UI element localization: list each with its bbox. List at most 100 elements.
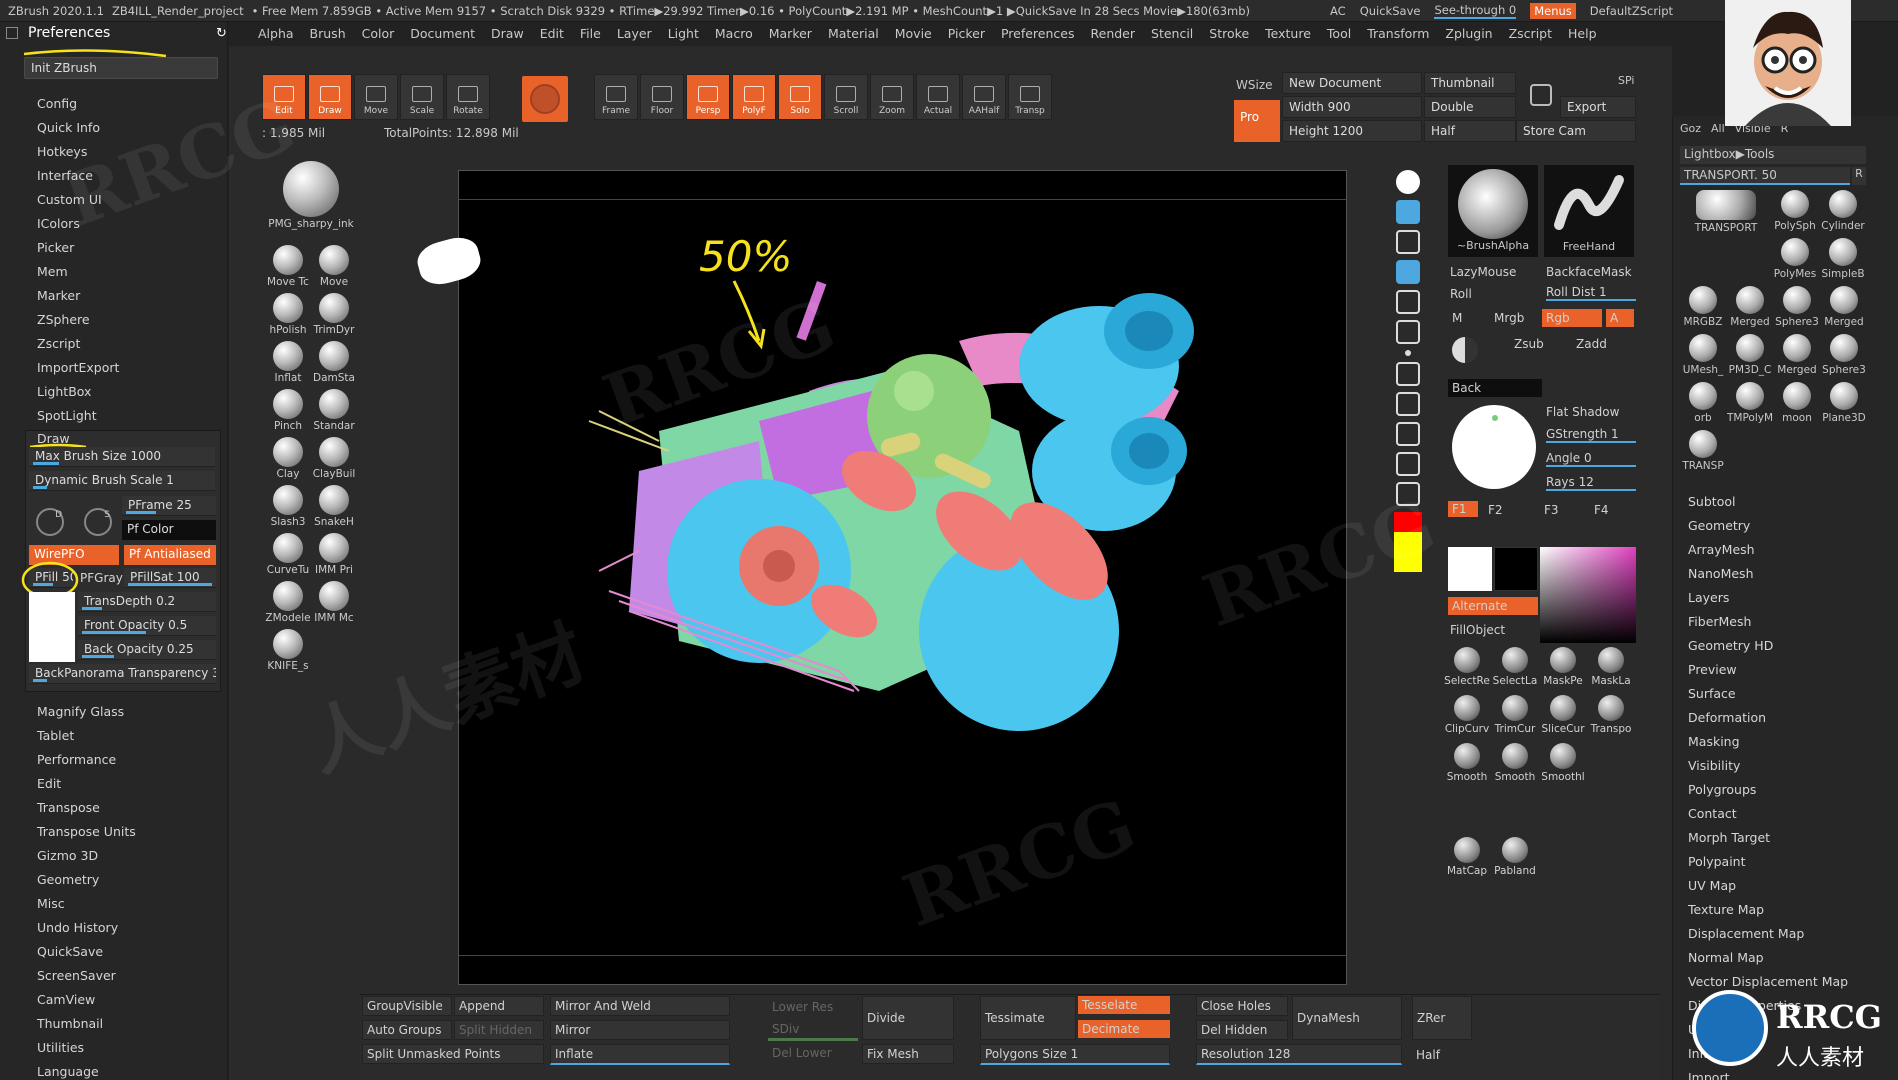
menu-item[interactable]: Draw — [491, 26, 524, 46]
menu-item[interactable]: Tool — [1327, 26, 1351, 46]
mrgb-button[interactable]: Mrgb — [1494, 311, 1524, 325]
pfgray-swatch[interactable] — [29, 592, 75, 662]
pref-item[interactable]: Edit — [37, 776, 61, 791]
brush-thumbnail[interactable]: PMG_sharpy_ink — [265, 155, 357, 241]
tool-button[interactable]: Edit — [262, 74, 306, 120]
tool-subpalette[interactable]: Layers — [1688, 590, 1729, 605]
brush-thumbnail[interactable]: IMM Mc — [311, 579, 357, 627]
view-button[interactable]: Scroll — [824, 74, 868, 120]
view-button[interactable]: Solo — [778, 74, 822, 120]
menu-item[interactable]: Picker — [948, 26, 985, 46]
f4-button[interactable]: F4 — [1594, 503, 1609, 517]
split-unmasked-points-button[interactable]: Split Unmasked Points — [362, 1044, 544, 1064]
pref-item[interactable]: ImportExport — [37, 360, 119, 375]
height-slider[interactable]: Height 1200 — [1282, 120, 1422, 142]
dynamic-brush-scale-slider[interactable]: Dynamic Brush Scale 1 — [29, 471, 215, 491]
tool-subpalette[interactable]: ArrayMesh — [1688, 542, 1755, 557]
pref-item[interactable]: Utilities — [37, 1040, 84, 1055]
export-button[interactable]: Export — [1560, 96, 1636, 118]
trans-depth-slider[interactable]: TransDepth 0.2 — [78, 592, 216, 612]
thumbnail-toggle[interactable]: Thumbnail — [1424, 72, 1516, 94]
brush-thumbnail[interactable]: DamSta — [311, 339, 357, 387]
m-button[interactable]: M — [1452, 311, 1462, 325]
view-button[interactable]: AAHalf — [962, 74, 1006, 120]
menu-item[interactable]: Render — [1091, 26, 1136, 46]
pro-toggle[interactable]: Pro — [1234, 100, 1280, 142]
zadd-button[interactable]: Zadd — [1576, 337, 1607, 351]
brush-thumbnail[interactable]: Slash3 — [265, 483, 311, 531]
rays-slider[interactable]: Rays 12 — [1546, 475, 1636, 491]
tool-subpalette[interactable]: Masking — [1688, 734, 1740, 749]
front-opacity-slider[interactable]: Front Opacity 0.5 — [78, 616, 216, 636]
pref-item[interactable]: Misc — [37, 896, 65, 911]
pref-item[interactable]: Tablet — [37, 728, 74, 743]
menu-item[interactable]: Brush — [310, 26, 346, 46]
menu-item[interactable]: Help — [1568, 26, 1597, 46]
draw-tool-button[interactable]: Transpo — [1588, 695, 1634, 735]
rgb-toggle[interactable]: Rgb — [1542, 309, 1602, 327]
tool-subpalette[interactable]: Polygroups — [1688, 782, 1756, 797]
view-button[interactable]: PolyF — [732, 74, 776, 120]
filter-tab[interactable]: Goz — [1680, 122, 1701, 135]
pref-item[interactable]: CamView — [37, 992, 95, 1007]
a-toggle[interactable]: A — [1606, 309, 1634, 327]
checkbox-icon[interactable] — [6, 27, 18, 39]
menu-item[interactable]: Color — [362, 26, 395, 46]
view-button[interactable]: Frame — [594, 74, 638, 120]
draw-tool-button[interactable]: TrimCur — [1492, 695, 1538, 735]
tool-thumbnail[interactable]: Plane3D — [1821, 382, 1867, 428]
pref-item[interactable]: QuickSave — [37, 944, 103, 959]
main-color-swatch[interactable] — [1448, 547, 1492, 591]
half-toggle[interactable]: Half — [1412, 1046, 1444, 1064]
secondary-color-swatch[interactable] — [1494, 547, 1538, 591]
pref-item[interactable]: LightBox — [37, 384, 91, 399]
pref-item[interactable]: Picker — [37, 240, 74, 255]
tool-thumbnail[interactable]: PolyMes — [1772, 238, 1818, 284]
refresh-icon[interactable]: ↻ — [216, 26, 227, 41]
current-tool-slider[interactable]: TRANSPORT. 50 — [1680, 167, 1850, 185]
menus-toggle[interactable]: Menus — [1530, 3, 1576, 19]
tool-subpalette[interactable]: Deformation — [1688, 710, 1766, 725]
draw-tool-button[interactable]: Smoothl — [1540, 743, 1586, 783]
view-button[interactable]: Zoom — [870, 74, 914, 120]
filter-tab[interactable]: All — [1711, 122, 1725, 135]
group-visible-button[interactable]: GroupVisible — [362, 996, 452, 1016]
pref-item[interactable]: Geometry — [37, 872, 99, 887]
pref-item[interactable]: Mem — [37, 264, 68, 279]
roll-button[interactable]: Roll — [1450, 287, 1472, 301]
menu-item[interactable]: Texture — [1265, 26, 1311, 46]
spaceship-model[interactable]: 50% — [459, 171, 1346, 984]
close-holes-button[interactable]: Close Holes — [1196, 996, 1288, 1016]
tool-thumbnail[interactable]: Sphere3 — [1774, 286, 1820, 332]
tool-subpalette[interactable]: Vector Displacement Map — [1688, 974, 1848, 989]
f2-button[interactable]: F2 — [1488, 503, 1503, 517]
color-palette-icon[interactable] — [1394, 512, 1422, 572]
brush-thumbnail[interactable]: ZModele — [265, 579, 311, 627]
tool-thumbnail[interactable]: MRGBZ — [1680, 286, 1726, 332]
pen-icon[interactable] — [1396, 290, 1420, 314]
color-picker-button[interactable] — [522, 76, 568, 122]
tool-subpalette[interactable]: Normal Map — [1688, 950, 1764, 965]
lazy-mouse-button[interactable]: LazyMouse — [1450, 265, 1516, 279]
r-button[interactable]: R — [1852, 167, 1866, 185]
split-hidden-button[interactable]: Split Hidden — [454, 1020, 544, 1040]
tool-button[interactable]: Rotate — [446, 74, 490, 120]
brush-thumbnail[interactable]: hPolish — [265, 291, 311, 339]
back-panorama-slider[interactable]: BackPanorama Transparency 3 — [29, 664, 216, 684]
tool-subpalette[interactable]: Subtool — [1688, 494, 1735, 509]
tool-thumbnail[interactable]: Merged — [1727, 286, 1773, 332]
d-icon[interactable]: D — [36, 508, 64, 536]
tool-subpalette[interactable]: Displacement Map — [1688, 926, 1804, 941]
menu-item[interactable]: Zplugin — [1445, 26, 1492, 46]
pref-item[interactable]: ScreenSaver — [37, 968, 116, 983]
sdiv-slider[interactable]: SDiv — [768, 1020, 858, 1041]
eraser-icon[interactable] — [1396, 320, 1420, 344]
draw-tool-button[interactable]: MatCap — [1444, 837, 1490, 877]
pref-item[interactable]: Magnify Glass — [37, 704, 124, 719]
tool-thumbnail[interactable]: SimpleB — [1820, 238, 1866, 284]
brush-thumbnail[interactable]: Inflat — [265, 339, 311, 387]
brush-thumbnail[interactable]: Move Tc — [265, 243, 311, 291]
brush-thumbnail[interactable]: Standar — [311, 387, 357, 435]
dot-icon[interactable] — [1405, 350, 1411, 356]
half-button[interactable]: Half — [1424, 120, 1516, 142]
